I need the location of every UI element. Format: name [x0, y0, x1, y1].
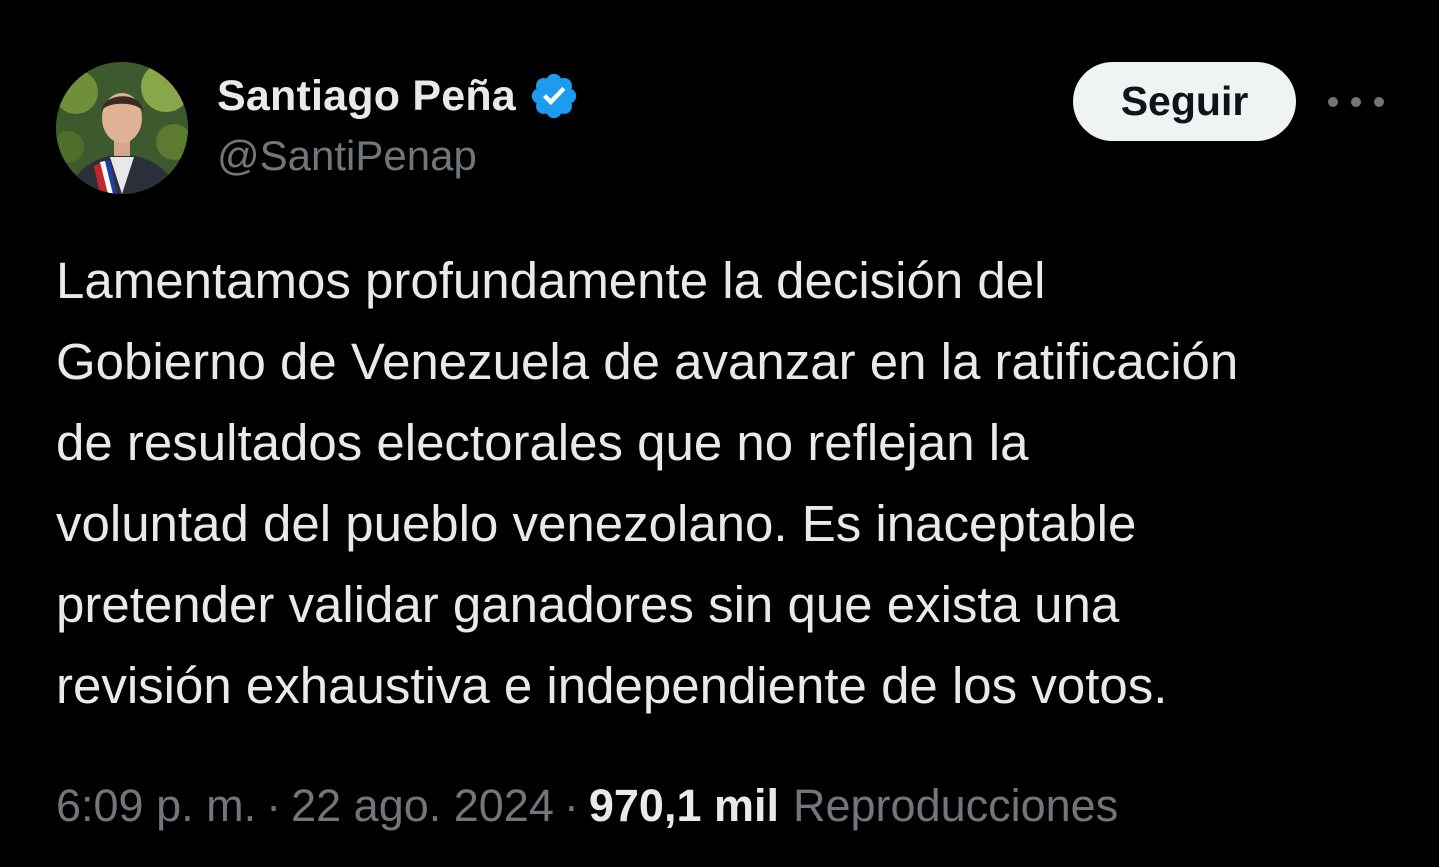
more-dot — [1374, 97, 1384, 107]
user-handle[interactable]: @SantiPenap — [217, 132, 580, 180]
views-label: Reproducciones — [793, 780, 1119, 831]
tweet-time[interactable]: 6:09 p. m. — [56, 780, 256, 832]
tweet-text-line: pretender validar ganadores sin que exis… — [56, 576, 1120, 633]
tweet-card: Santiago Peña @SantiPenap Seguir Lamenta… — [0, 0, 1439, 867]
follow-button[interactable]: Seguir — [1073, 62, 1296, 141]
tweet-text: Lamentamos profundamente la decisión del… — [56, 240, 1396, 726]
tweet-text-line: Lamentamos profundamente la decisión del — [56, 252, 1046, 309]
avatar[interactable] — [56, 62, 188, 194]
display-name[interactable]: Santiago Peña — [217, 72, 516, 121]
tweet-text-line: de resultados electorales que no refleja… — [56, 414, 1029, 471]
meta-separator: · — [266, 780, 282, 831]
more-dot — [1328, 97, 1338, 107]
tweet-text-line: revisión exhaustiva e independiente de l… — [56, 657, 1168, 714]
meta-separator: · — [563, 780, 579, 831]
more-options-icon[interactable] — [1328, 82, 1384, 122]
verified-badge-icon[interactable] — [528, 70, 580, 122]
name-row: Santiago Peña — [217, 66, 580, 126]
author-block: Santiago Peña @SantiPenap — [217, 66, 580, 180]
tweet-meta: 6:09 p. m. · 22 ago. 2024 · 970,1 mil Re… — [56, 780, 1118, 832]
tweet-text-line: voluntad del pueblo venezolano. Es inace… — [56, 495, 1137, 552]
tweet-text-line: Gobierno de Venezuela de avanzar en la r… — [56, 333, 1239, 390]
tweet-date[interactable]: 22 ago. 2024 — [291, 780, 554, 832]
avatar-image — [56, 62, 188, 194]
more-dot — [1351, 97, 1361, 107]
views-count: 970,1 mil — [588, 780, 779, 831]
